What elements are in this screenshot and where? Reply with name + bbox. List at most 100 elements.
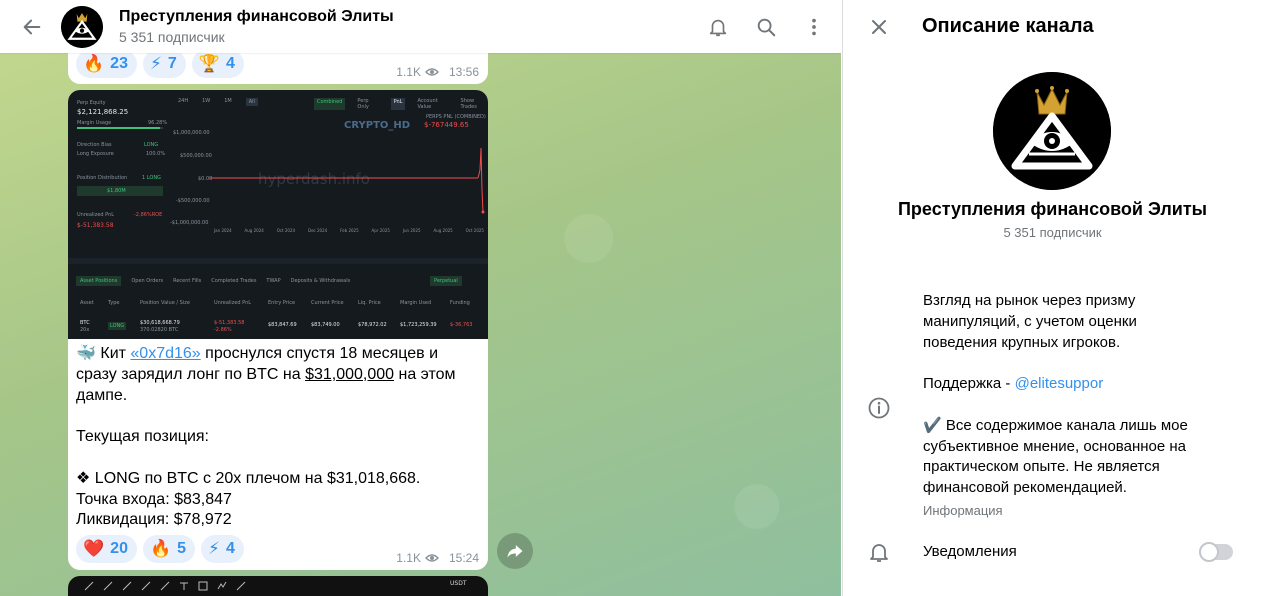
chart-tab[interactable]: Account Value bbox=[417, 98, 448, 110]
range-tab[interactable]: 1M bbox=[224, 98, 232, 106]
table-tab[interactable]: Asset Positions bbox=[76, 276, 122, 286]
trophy-icon: 🏆 bbox=[198, 54, 220, 73]
support-link[interactable]: @elitesuppor bbox=[1015, 375, 1104, 392]
chat-subscribers: 5 351 подписчик bbox=[119, 29, 225, 45]
column-header: Asset bbox=[80, 300, 94, 306]
text-span: сразу зарядил лонг по BTC на bbox=[76, 365, 306, 383]
search-icon[interactable] bbox=[742, 3, 790, 51]
reaction-count: 4 bbox=[225, 55, 235, 72]
channel-avatar-large[interactable] bbox=[993, 72, 1111, 190]
back-arrow-icon[interactable] bbox=[17, 12, 47, 42]
row-upnl-pct: -2.86% bbox=[214, 327, 232, 333]
pnl-value: $-767449.65 bbox=[424, 121, 469, 129]
reaction-trophy[interactable]: 🏆 4 bbox=[191, 50, 244, 78]
text-line: дампе. bbox=[76, 386, 128, 404]
fib-icon[interactable] bbox=[236, 581, 246, 591]
message-photo-preview[interactable]: USDT bbox=[68, 576, 488, 596]
reaction-lightning[interactable]: ⚡ 4 bbox=[201, 535, 244, 563]
pattern-icon[interactable] bbox=[217, 581, 227, 591]
margin-usage-value: 96.28% bbox=[148, 120, 168, 126]
row-asset-sub: 20x bbox=[80, 327, 90, 333]
reaction-count: 5 bbox=[177, 540, 187, 557]
channel-avatar[interactable] bbox=[61, 5, 103, 48]
bell-icon bbox=[870, 544, 888, 562]
wallet-link[interactable]: «0x7d16» bbox=[130, 345, 200, 362]
chat-header[interactable]: Преступления финансовой Элиты 5 351 подп… bbox=[0, 0, 841, 53]
x-tick: Jan 2024 bbox=[214, 228, 232, 233]
y-tick: $1,000,000.00 bbox=[173, 130, 210, 136]
desc-line: манипуляций, с учетом оценки bbox=[923, 312, 1137, 330]
reaction-fire[interactable]: 🔥 23 bbox=[76, 50, 137, 78]
y-tick: $500,000.00 bbox=[180, 153, 212, 159]
table-tab[interactable]: Recent Fills bbox=[173, 276, 201, 286]
x-tick: Apr 2025 bbox=[371, 228, 390, 233]
fire-icon: 🔥 bbox=[149, 539, 172, 558]
eye-icon bbox=[424, 68, 439, 76]
upnl-value: $-51,383.58 bbox=[77, 222, 114, 229]
measure-icon[interactable] bbox=[198, 581, 208, 591]
notifications-toggle[interactable] bbox=[1199, 542, 1233, 562]
long-exposure-value: 100.0% bbox=[146, 151, 166, 157]
table-tab[interactable]: Deposits & Withdrawals bbox=[291, 276, 351, 286]
fire-icon: 🔥 bbox=[83, 54, 105, 73]
message-time: 13:56 bbox=[448, 65, 479, 79]
more-vertical-icon[interactable] bbox=[790, 3, 838, 51]
share-button[interactable] bbox=[497, 533, 533, 569]
info-icon bbox=[868, 397, 890, 419]
reaction-heart[interactable]: ❤️ 20 bbox=[76, 535, 137, 563]
lightning-icon: ⚡ bbox=[208, 539, 220, 558]
text-span: проснулся спустя 18 месяцев и bbox=[200, 345, 439, 362]
close-icon[interactable] bbox=[859, 7, 899, 47]
chart-tab[interactable]: PnL bbox=[390, 98, 406, 110]
row-asset: BTC bbox=[80, 320, 90, 326]
reaction-count: 7 bbox=[167, 55, 177, 72]
brush-icon[interactable] bbox=[141, 581, 151, 591]
chart-tab[interactable]: Combined bbox=[314, 98, 346, 110]
desc-line: субъективное мнение, основанное на bbox=[923, 437, 1186, 455]
panel-title: Описание канала bbox=[922, 15, 1094, 37]
reaction-lightning[interactable]: ⚡ 7 bbox=[142, 50, 186, 78]
row-funding: $-36,763 bbox=[450, 322, 473, 328]
range-tab[interactable]: 1W bbox=[202, 98, 210, 106]
message-photo[interactable]: Perp Equity $2,121,868.25 Margin Usage 9… bbox=[68, 90, 488, 339]
reaction-count: 20 bbox=[110, 540, 128, 557]
table-tab[interactable]: Open Orders bbox=[131, 276, 163, 286]
row-upnl: $-51,383.58 bbox=[214, 320, 245, 326]
trendline-icon[interactable] bbox=[84, 581, 94, 591]
notifications-row[interactable]: Уведомления bbox=[843, 530, 1261, 574]
amount-link[interactable]: $31,000,000 bbox=[305, 366, 394, 383]
perpetual-tab[interactable]: Perpetual bbox=[430, 276, 462, 286]
pencil-icon[interactable] bbox=[122, 581, 132, 591]
chat-title[interactable]: Преступления финансовой Элиты bbox=[119, 8, 394, 26]
x-tick: Aug 2025 bbox=[433, 228, 453, 233]
table-tab[interactable]: Completed Trades bbox=[211, 276, 256, 286]
desc-line: практическом опыте. Не является bbox=[923, 458, 1160, 476]
position-dist-label: Position Distribution bbox=[77, 175, 128, 181]
table-tab[interactable]: TWAP bbox=[266, 276, 280, 286]
chat-area: Преступления финансовой Элиты 5 351 подп… bbox=[0, 0, 841, 596]
ray-icon[interactable] bbox=[103, 581, 113, 591]
eye-icon bbox=[424, 554, 439, 562]
upnl-label: Unrealized PnL bbox=[77, 212, 115, 218]
text-tool-icon[interactable] bbox=[179, 581, 189, 591]
long-exposure-label: Long Exposure bbox=[77, 151, 114, 157]
range-tab[interactable]: All bbox=[245, 98, 258, 106]
reaction-fire[interactable]: 🔥 5 bbox=[142, 535, 196, 563]
row-margin: $1,723,259.39 bbox=[400, 322, 437, 328]
x-tick: Oct 2024 bbox=[276, 228, 296, 233]
text-line: ❖ LONG по BTC с 20x плечом на $31,018,66… bbox=[76, 469, 421, 487]
share-arrow-icon bbox=[507, 545, 523, 558]
message-bubble: Perp Equity $2,121,868.25 Margin Usage 9… bbox=[68, 90, 488, 570]
info-caption: Информация bbox=[923, 503, 1003, 518]
pnl-label: PERPS PNL (COMBINED) bbox=[426, 114, 486, 120]
range-tab[interactable]: 24H bbox=[178, 98, 188, 106]
chart-tab[interactable]: Perp Only bbox=[357, 98, 378, 110]
line-tool-icon[interactable] bbox=[160, 581, 170, 591]
chart-tab[interactable]: Show Trades bbox=[461, 98, 488, 110]
bell-icon[interactable] bbox=[694, 3, 742, 51]
row-value: $30,618,668.79 bbox=[140, 320, 180, 326]
position-bar: $1,80M bbox=[77, 186, 163, 196]
text-span: 🐳 Кит bbox=[76, 345, 131, 362]
x-axis: Jan 2024 Aug 2024 Oct 2024 Dec 2024 Feb … bbox=[214, 228, 484, 233]
upnl-pct: -2,86%ROE bbox=[134, 212, 163, 218]
